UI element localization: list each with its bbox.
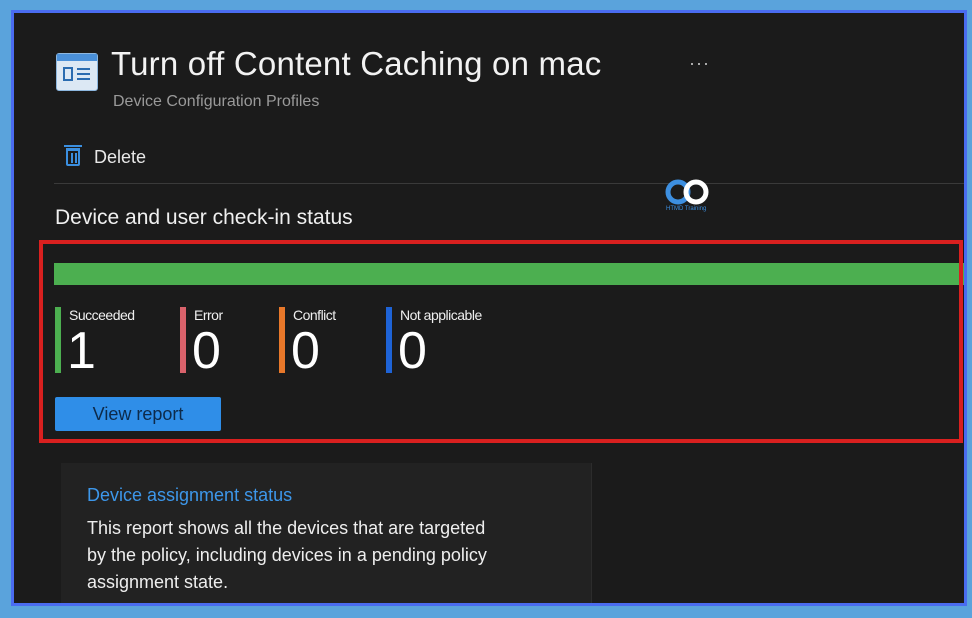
more-options-icon[interactable]: ···	[689, 53, 710, 74]
toolbar-divider	[54, 183, 964, 184]
device-assignment-description: This report shows all the devices that a…	[87, 518, 487, 592]
checkin-section-title: Device and user check-in status	[55, 206, 353, 229]
highlight-box	[39, 240, 963, 443]
page-title: Turn off Content Caching on mac	[111, 45, 602, 82]
blade-content: Turn off Content Caching on mac ··· Devi…	[22, 13, 964, 603]
page-subtitle: Device Configuration Profiles	[113, 93, 320, 110]
device-assignment-card: Device assignment status This report sho…	[61, 463, 592, 603]
delete-button[interactable]: Delete	[64, 143, 147, 171]
trash-icon	[64, 145, 82, 166]
watermark-text: HTMD Training	[666, 206, 707, 212]
delete-label: Delete	[94, 146, 147, 167]
configuration-profile-icon	[56, 53, 98, 91]
device-assignment-link[interactable]: Device assignment status	[87, 485, 292, 506]
portal-window: Turn off Content Caching on mac ··· Devi…	[11, 10, 967, 606]
